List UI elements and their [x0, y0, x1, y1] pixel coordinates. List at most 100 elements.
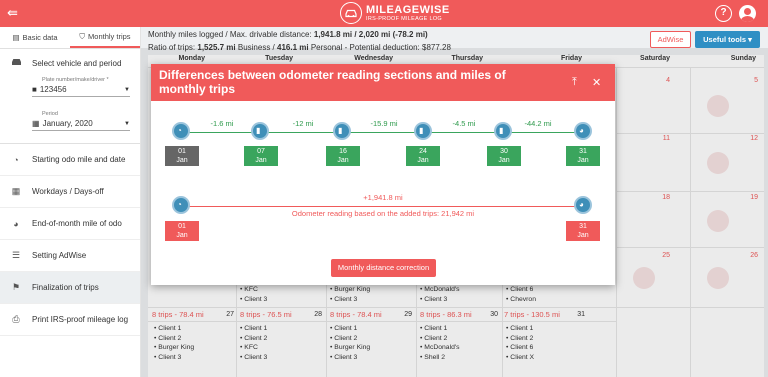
sidebar-item-label: Print IRS-proof mileage log — [32, 315, 129, 324]
section-difference: -44.2 mi — [524, 119, 552, 128]
print-icon: ⎙ — [12, 314, 20, 324]
stats-line-1: Monthly miles logged / Max. drivable dis… — [148, 28, 451, 41]
plate-select[interactable]: ■ 123456 ▼ — [32, 83, 130, 97]
car-icon — [9, 58, 23, 68]
section-difference: -1.6 mi — [210, 119, 234, 128]
total-difference: +1,941.8 mi — [363, 193, 403, 202]
section-date: 07 Jan — [244, 146, 278, 166]
tab-label: Monthly trips — [88, 32, 131, 41]
chevron-down-icon: ▼ — [124, 86, 130, 93]
sidebar-tabs: ▤ Basic data ⛉ Monthly trips — [0, 27, 140, 49]
odometer-end-icon: ◕ — [13, 218, 19, 229]
sidebar-item-label: Workdays / Days-off — [32, 187, 104, 196]
odometer-icon: ◔ — [13, 154, 19, 165]
sidebar-item-end-odo[interactable]: ◕ End-of-month mile of odo — [0, 208, 140, 240]
date-month: Jan — [176, 157, 188, 164]
sliders-icon: ☰ — [11, 250, 21, 260]
sidebar-item-adwise[interactable]: ☰ Setting AdWise — [0, 240, 140, 272]
fuel-node-icon: ▮ — [251, 122, 269, 140]
date-month: Jan — [498, 157, 510, 164]
date-day: 16 — [339, 148, 347, 155]
sidebar-item-starting-odo[interactable]: ◔ Starting odo mile and date — [0, 144, 140, 176]
odometer-node-icon: ◔ — [172, 196, 190, 214]
period-value: January, 2020 — [42, 119, 93, 128]
date-day: 01 — [178, 148, 186, 155]
top-bar: ⇚ MILEAGEWISE IRS-PROOF MILEAGE LOG ? — [0, 0, 768, 27]
car-logo-icon — [340, 2, 362, 24]
logo: MILEAGEWISE IRS-PROOF MILEAGE LOG — [340, 2, 450, 24]
sidebar-nav: ◔ Starting odo mile and date ▦ Workdays / … — [0, 144, 140, 336]
monthly-distance-correction-button[interactable]: Monthly distance correction — [331, 259, 436, 277]
odometer-icon: ◕ — [579, 126, 584, 135]
collapse-menu-icon[interactable]: ⇚ — [7, 5, 18, 21]
section-difference: -4.5 mi — [452, 119, 476, 128]
tab-basic-data[interactable]: ▤ Basic data — [0, 27, 70, 48]
date-month: Jan — [176, 232, 188, 239]
date-day: 01 — [178, 223, 186, 230]
odometer-differences-dialog: Differences between odometer reading sec… — [151, 64, 615, 285]
odometer-icon: ◕ — [579, 200, 584, 209]
section-date: 01 Jan — [165, 146, 199, 166]
select-vehicle-label: Select vehicle and period — [32, 58, 122, 68]
section-difference: -12 mi — [292, 119, 314, 128]
dialog-title: Differences between odometer reading sec… — [159, 68, 506, 96]
fuel-pump-icon: ▮ — [419, 126, 424, 135]
date-month: Jan — [337, 157, 349, 164]
section-date: 24 Jan — [406, 146, 440, 166]
select-vehicle-heading: Select vehicle and period — [0, 49, 140, 77]
odometer-note: Odometer reading based on the added trip… — [291, 209, 475, 218]
tab-monthly-trips[interactable]: ⛉ Monthly trips — [70, 27, 140, 48]
date-month: Jan — [577, 232, 589, 239]
date-day: 31 — [579, 223, 587, 230]
date-day: 30 — [500, 148, 508, 155]
road-icon: ⛉ — [79, 31, 86, 41]
document-icon: ▤ — [12, 33, 20, 42]
logo-subtitle: IRS-PROOF MILEAGE LOG — [366, 15, 442, 22]
sidebar-item-workdays[interactable]: ▦ Workdays / Days-off — [0, 176, 140, 208]
account-icon[interactable] — [739, 5, 756, 22]
logo-title: MILEAGEWISE — [366, 3, 450, 16]
adwise-button[interactable]: AdWise — [650, 31, 691, 48]
section-date: 30 Jan — [487, 146, 521, 166]
date-day: 24 — [419, 148, 427, 155]
odometer-icon: ◔ — [177, 126, 182, 135]
fuel-pump-icon: ▮ — [499, 126, 504, 135]
dialog-header: Differences between odometer reading sec… — [151, 64, 615, 101]
useful-tools-button[interactable]: Useful tools ▾ — [695, 31, 760, 48]
sidebar: ▤ Basic data ⛉ Monthly trips Select vehicl… — [0, 27, 141, 377]
fuel-pump-icon: ▮ — [338, 126, 343, 135]
calendar-icon: ▦ — [11, 186, 21, 196]
total-end-date: 31 Jan — [566, 221, 600, 241]
timeline-line — [181, 132, 582, 133]
close-icon[interactable]: ✕ — [592, 76, 601, 89]
sidebar-item-label: Setting AdWise — [32, 251, 87, 260]
plate-value: 123456 — [39, 85, 67, 94]
section-date: 31 Jan — [566, 146, 600, 166]
odometer-node-icon: ◕ — [574, 122, 592, 140]
pin-top-icon[interactable]: ⤒ — [572, 76, 577, 89]
section-difference: -15.9 mi — [370, 119, 398, 128]
date-month: Jan — [577, 157, 589, 164]
section-date: 16 Jan — [326, 146, 360, 166]
odometer-node-icon: ◔ — [172, 122, 190, 140]
sidebar-item-finalization[interactable]: ⚑ Finalization of trips — [0, 272, 140, 304]
stats-label: Monthly miles logged / Max. drivable dis… — [148, 30, 312, 39]
date-day: 31 — [579, 148, 587, 155]
flag-icon: ⚑ — [11, 282, 21, 292]
fuel-node-icon: ▮ — [414, 122, 432, 140]
fuel-node-icon: ▮ — [494, 122, 512, 140]
sidebar-item-print[interactable]: ⎙ Print IRS-proof mileage log — [0, 304, 140, 336]
fuel-node-icon: ▮ — [333, 122, 351, 140]
tab-label: Basic data — [22, 33, 58, 42]
stats-value: 1,941.8 mi / 2,020 mi (-78.2 mi) — [313, 30, 428, 39]
help-circle-icon[interactable]: ? — [715, 5, 732, 22]
calendar-small-icon: ▦ — [32, 119, 40, 128]
fuel-pump-icon: ▮ — [256, 126, 261, 135]
date-month: Jan — [417, 157, 429, 164]
odometer-icon: ◔ — [177, 200, 182, 209]
sidebar-item-label: Starting odo mile and date — [32, 155, 126, 164]
period-select[interactable]: ▦ January, 2020 ▼ — [32, 117, 130, 131]
odometer-node-icon: ◕ — [574, 196, 592, 214]
chevron-down-icon: ▼ — [124, 120, 130, 127]
sidebar-item-label: Finalization of trips — [32, 283, 99, 292]
